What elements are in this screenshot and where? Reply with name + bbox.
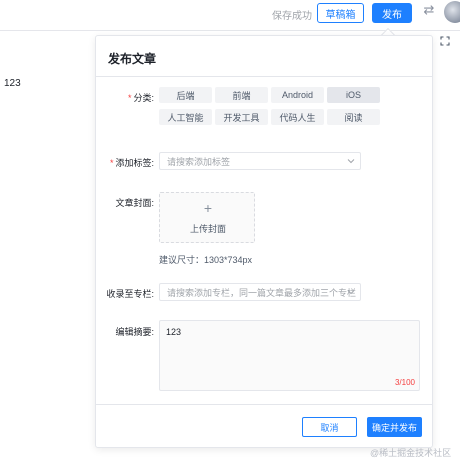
panel-title: 发布文章 [108,52,157,66]
cover-label: 文章封面: [115,198,154,208]
publish-button[interactable]: 发布 [372,3,412,23]
fullscreen-icon[interactable] [440,36,450,46]
save-status: 保存成功 [272,11,312,22]
required-mark: * [127,93,132,103]
chevron-down-icon [347,290,355,295]
summary-textarea[interactable]: 123 3/100 [159,320,420,391]
category-option[interactable]: 代码人生 [271,109,324,125]
column-select[interactable]: 请搜索添加专栏，同一篇文章最多添加三个专栏 [159,283,361,301]
cover-size-hint: 建议尺寸：1303*734px [159,255,253,265]
editor-content[interactable]: 123 [4,78,21,89]
watermark: @稀土掘金技术社区 [370,448,452,458]
category-option[interactable]: Android [271,87,324,103]
summary-value: 123 [166,327,182,337]
required-mark: * [109,158,114,168]
plus-icon: + [203,200,213,216]
cancel-button[interactable]: 取消 [302,417,357,437]
category-option[interactable]: 前端 [215,87,268,103]
swap-icon[interactable]: ⇄ [422,3,436,17]
category-option[interactable]: 人工智能 [159,109,212,125]
cover-upload[interactable]: + 上传封面 [159,192,255,243]
category-label: * 分类: [108,91,154,104]
column-placeholder: 请搜索添加专栏，同一篇文章最多添加三个专栏 [167,287,357,298]
tags-select[interactable]: 请搜索添加标签 [159,152,361,170]
panel-footer-divider [96,404,432,405]
category-label-text: 分类: [133,93,154,103]
category-option[interactable]: 阅读 [327,109,380,125]
tags-placeholder: 请搜索添加标签 [167,156,231,167]
tags-label-text: 添加标签: [115,158,154,168]
tags-label: * 添加标签: [100,156,154,169]
category-option[interactable]: 开发工具 [215,109,268,125]
avatar[interactable] [444,1,460,23]
category-option[interactable]: 后端 [159,87,212,103]
upload-cover-label: 上传封面 [189,224,226,234]
column-label: 收录至专栏: [106,289,154,299]
panel-title-divider [96,76,432,77]
drafts-button[interactable]: 草稿箱 [317,3,364,23]
summary-label: 编辑摘要: [115,327,154,337]
summary-counter: 3/100 [394,378,415,387]
category-option-selected[interactable]: iOS [327,87,380,103]
confirm-publish-button[interactable]: 确定并发布 [367,417,422,437]
chevron-down-icon [347,159,355,164]
